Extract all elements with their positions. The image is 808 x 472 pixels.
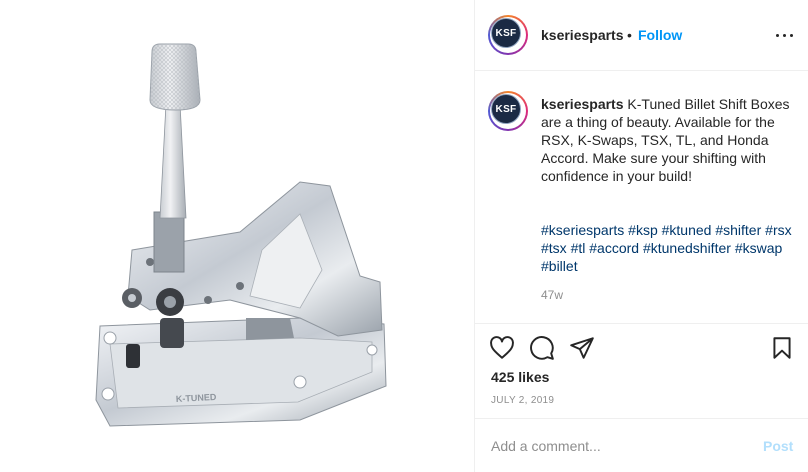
hashtag-link[interactable]: #billet (541, 258, 578, 274)
ksp-logo: KSF (491, 18, 521, 48)
caption-section: KSF kseriesparts K-Tuned Billet Shift Bo… (475, 72, 808, 324)
hashtag-link[interactable]: #shifter (715, 222, 761, 238)
author-avatar[interactable]: KSF (488, 15, 528, 55)
post-sidebar: KSF kseriesparts • Follow KSF kseriespar… (474, 0, 808, 472)
brand-engraving: K-TUNED (176, 392, 217, 404)
ksp-logo: KSF (491, 94, 521, 124)
post-header: KSF kseriesparts • Follow (475, 0, 808, 71)
hashtag-link[interactable]: #tsx (541, 240, 567, 256)
separator-dot: • (627, 27, 632, 43)
shifter-product-image: K-TUNED (95, 43, 387, 427)
hashtag-link[interactable]: #rsx (765, 222, 791, 238)
comment-bar: Post (475, 418, 808, 472)
hashtag-link[interactable]: #ktuned (662, 222, 712, 238)
follow-button[interactable]: Follow (638, 27, 682, 43)
post-time-ago[interactable]: 47w (541, 288, 563, 302)
paper-plane-icon[interactable] (569, 335, 595, 361)
heart-icon[interactable] (489, 335, 515, 361)
hashtag-link[interactable]: #kswap (735, 240, 782, 256)
post-image[interactable]: K-TUNED (0, 0, 474, 472)
caption-text: kseriesparts K-Tuned Billet Shift Boxes … (541, 95, 791, 185)
bookmark-icon[interactable] (769, 335, 795, 361)
post-date: JULY 2, 2019 (491, 395, 555, 406)
action-bar (475, 325, 808, 371)
hashtag-link[interactable]: #ksp (628, 222, 658, 238)
caption-avatar[interactable]: KSF (488, 91, 528, 131)
comment-input[interactable] (491, 435, 751, 457)
hashtag-link[interactable]: #ktunedshifter (643, 240, 731, 256)
caption-username-link[interactable]: kseriesparts (541, 96, 624, 112)
like-count[interactable]: 425 likes (491, 369, 549, 385)
author-username-link[interactable]: kseriesparts (541, 27, 624, 43)
hashtag-list: #kseriesparts #ksp #ktuned #shifter #rsx… (541, 221, 797, 275)
hashtag-link[interactable]: #tl (571, 240, 586, 256)
hashtag-link[interactable]: #accord (589, 240, 639, 256)
more-options-icon[interactable] (773, 26, 797, 42)
post-comment-button[interactable]: Post (763, 438, 793, 454)
hashtag-link[interactable]: #kseriesparts (541, 222, 624, 238)
comment-icon[interactable] (529, 335, 555, 361)
